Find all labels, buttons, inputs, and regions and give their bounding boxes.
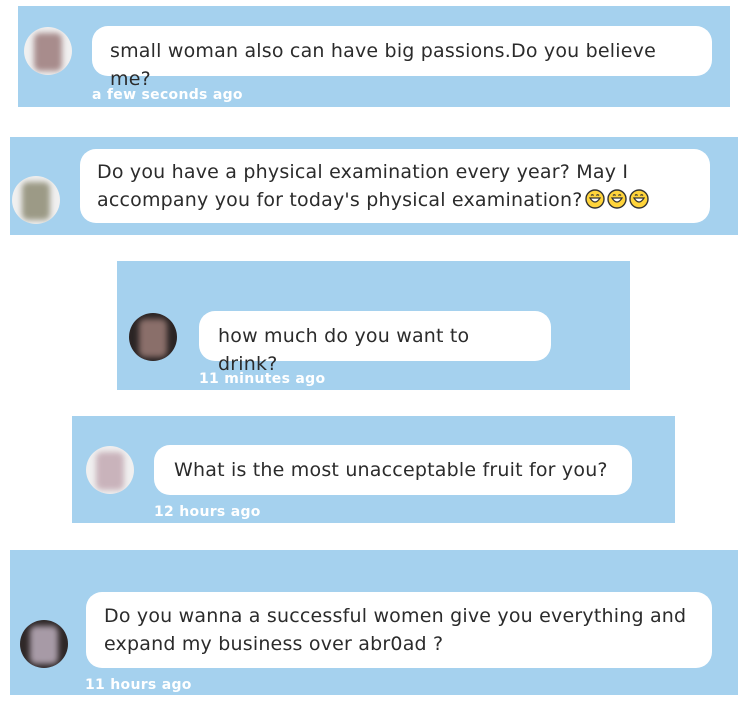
avatar[interactable] [86,446,134,494]
message-card: Do you have a physical examination every… [10,137,738,235]
message-timestamp: 12 hours ago [154,504,261,520]
message-bubble: small woman also can have big passions.D… [92,26,712,90]
avatar[interactable] [20,620,68,668]
avatar[interactable] [129,313,177,361]
grinning-face-icon [584,189,605,209]
message-bubble: how much do you want to drink? [199,311,551,375]
message-bubble: Do you wanna a successful women give you… [86,592,712,668]
message-card: What is the most unacceptable fruit for … [72,416,675,523]
grinning-face-icon [628,189,649,209]
message-card: how much do you want to drink? 11 minute… [117,261,630,390]
grinning-face-icon [606,189,627,209]
message-timestamp: 11 hours ago [85,677,192,693]
message-card: small woman also can have big passions.D… [18,6,730,107]
message-bubble: What is the most unacceptable fruit for … [154,445,632,495]
message-text: What is the most unacceptable fruit for … [174,459,608,481]
message-text: Do you have a physical examination every… [97,161,629,211]
message-text: how much do you want to drink? [218,325,470,375]
avatar[interactable] [24,27,72,75]
message-text: Do you wanna a successful women give you… [104,605,687,655]
message-text: small woman also can have big passions.D… [110,40,656,90]
avatar[interactable] [12,176,60,224]
message-bubble: Do you have a physical examination every… [80,149,710,223]
message-timestamp: a few seconds ago [92,87,243,103]
message-timestamp: 11 minutes ago [199,371,326,387]
message-card: Do you wanna a successful women give you… [10,550,738,695]
